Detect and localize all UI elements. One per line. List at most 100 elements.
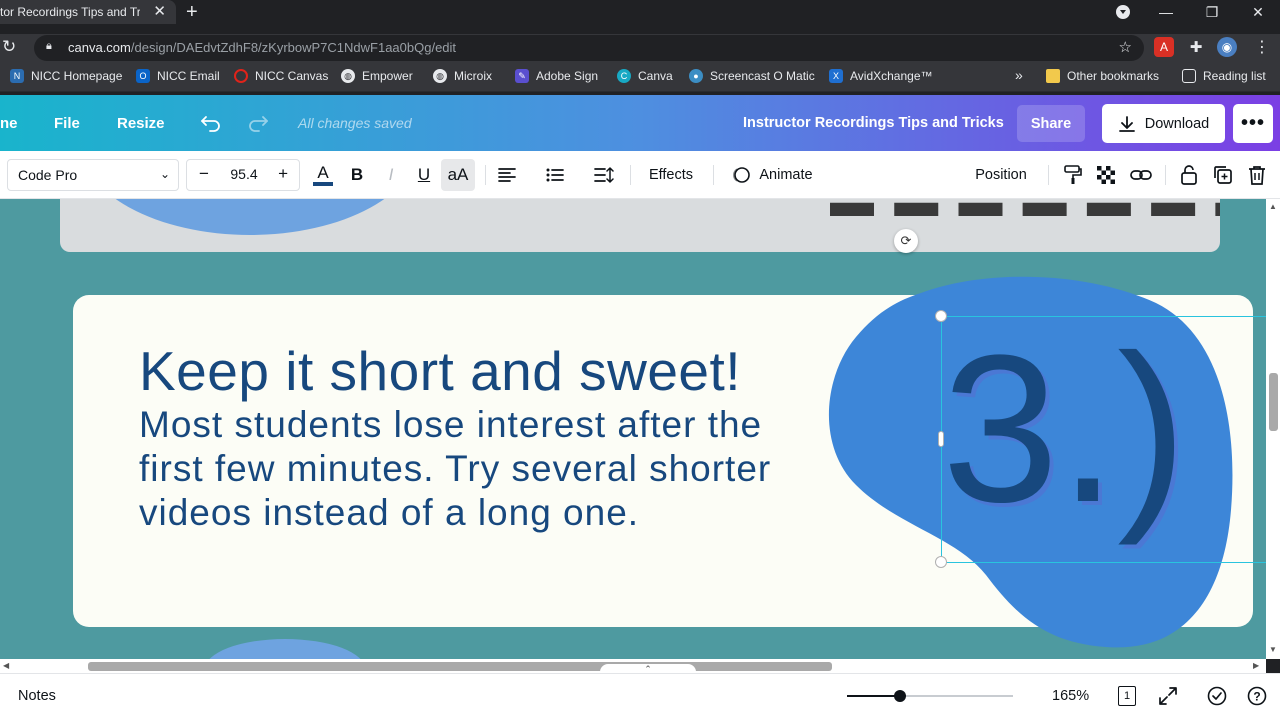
other-bookmarks-folder[interactable]: Other bookmarks — [1046, 69, 1159, 83]
toolbar-divider — [630, 165, 631, 185]
animate-icon — [733, 167, 751, 183]
bookmark-screencast-o-matic[interactable]: ● Screencast O Matic — [689, 69, 815, 83]
scroll-down-icon[interactable]: ▼ — [1269, 645, 1277, 654]
card-heading[interactable]: Keep it short and sweet! — [139, 339, 741, 403]
letter-case-button[interactable]: aA — [441, 159, 475, 191]
align-left-icon[interactable] — [494, 159, 520, 191]
bookmark-nicc-email[interactable]: O NICC Email — [136, 69, 220, 83]
close-window-icon[interactable]: ✕ — [1243, 0, 1273, 24]
editor-footer: Notes 165% 1 ? — [0, 673, 1280, 720]
chrome-menu-icon[interactable]: ⋮ — [1252, 37, 1272, 57]
rotate-icon[interactable]: ⟳ — [894, 229, 918, 253]
extensions-puzzle-icon[interactable]: ✚ — [1186, 37, 1206, 57]
duplicate-icon[interactable] — [1212, 159, 1234, 191]
nicc-icon: N — [10, 69, 24, 83]
restore-icon[interactable]: ❐ — [1197, 0, 1227, 24]
bookmark-avidxchange[interactable]: X AvidXchange™ — [829, 69, 933, 83]
resize-handle-bottom-left[interactable] — [935, 556, 947, 568]
chevron-down-icon: ⌄ — [159, 167, 170, 181]
toolbar-divider — [1165, 165, 1166, 185]
resize-handle-left[interactable] — [938, 431, 944, 447]
bookmark-star-icon[interactable]: ☆ — [1119, 38, 1132, 56]
italic-button[interactable]: I — [379, 159, 403, 191]
card-body-text[interactable]: Most students lose interest after the fi… — [139, 403, 799, 535]
effects-button[interactable]: Effects — [642, 159, 700, 191]
underline-button[interactable]: U — [412, 159, 436, 191]
bookmark-label: NICC Homepage — [31, 69, 123, 83]
font-family-dropdown[interactable]: Code Pro ⌄ — [7, 159, 179, 191]
text-color-swatch — [313, 182, 333, 186]
bookmark-canva[interactable]: C Canva — [617, 69, 673, 83]
bookmark-empower[interactable]: ◍ Empower — [341, 69, 413, 83]
file-menu-button[interactable]: File — [54, 95, 80, 151]
scroll-right-icon[interactable]: ▶ — [1253, 661, 1259, 670]
resize-button[interactable]: Resize — [117, 95, 165, 151]
vertical-scroll-thumb[interactable] — [1269, 373, 1278, 431]
close-tab-icon[interactable]: ✕ — [153, 2, 166, 20]
spacing-icon[interactable] — [591, 159, 617, 191]
bullet-list-icon[interactable] — [542, 159, 568, 191]
profile-menu-icon[interactable] — [1108, 0, 1138, 24]
lock-icon[interactable]: 🔒︎ — [46, 40, 52, 53]
step-number-text[interactable]: 3.) — [942, 309, 1187, 549]
undo-icon[interactable] — [200, 95, 222, 151]
notes-button[interactable]: Notes — [18, 688, 56, 704]
horizontal-scroll-thumb[interactable] — [88, 662, 832, 671]
animate-button[interactable]: Animate — [726, 159, 818, 191]
bookmark-microix[interactable]: ◍ Microix — [433, 69, 492, 83]
share-button[interactable]: Share — [1017, 105, 1085, 142]
paint-roller-icon[interactable] — [1062, 159, 1084, 191]
canvas-lms-icon — [234, 69, 248, 83]
bookmark-label: Microix — [454, 69, 492, 83]
previous-page-text-fragment: ▬ ▬ ▬ ▬ ▬ ▬ ▬ ▬ — [830, 199, 1220, 226]
bookmark-adobe-sign[interactable]: ✎ Adobe Sign — [515, 69, 598, 83]
scroll-left-icon[interactable]: ◀ — [3, 661, 9, 670]
profile-avatar-icon[interactable]: ◉ — [1217, 37, 1237, 57]
design-title[interactable]: Instructor Recordings Tips and Tricks — [743, 95, 1004, 151]
scroll-up-icon[interactable]: ▲ — [1269, 202, 1277, 211]
download-label: Download — [1144, 115, 1210, 132]
redo-icon[interactable] — [247, 95, 269, 151]
previous-page-card[interactable]: ▬ ▬ ▬ ▬ ▬ ▬ ▬ ▬ — [60, 199, 1220, 252]
position-button[interactable]: Position — [968, 159, 1034, 191]
address-bar-row: ↻ 🔒︎ canva.com/design/DAEdvtZdhF8/zKyrbo… — [0, 34, 1280, 62]
bookmarks-bar: N NICC Homepage O NICC Email NICC Canvas… — [0, 62, 1280, 92]
resize-handle-top-left[interactable] — [935, 310, 947, 322]
pdf-extension-icon[interactable]: A — [1154, 37, 1174, 57]
text-color-button[interactable]: A — [310, 159, 336, 191]
zoom-level[interactable]: 165% — [1052, 688, 1089, 704]
trash-icon[interactable] — [1246, 159, 1268, 191]
link-icon[interactable] — [1129, 159, 1153, 191]
url-input[interactable]: 🔒︎ canva.com/design/DAEdvtZdhF8/zKyrbowP… — [34, 35, 1144, 61]
zoom-slider-handle[interactable] — [894, 690, 907, 702]
check-icon[interactable] — [1206, 685, 1228, 707]
text-color-icon: A — [317, 163, 329, 182]
bookmark-nicc-canvas[interactable]: NICC Canvas — [234, 69, 328, 83]
new-tab-icon[interactable]: + — [186, 1, 198, 24]
reading-list-button[interactable]: Reading list — [1182, 69, 1266, 83]
fullscreen-icon[interactable] — [1157, 685, 1179, 707]
help-icon[interactable]: ? — [1246, 685, 1268, 707]
folder-icon — [1046, 69, 1060, 83]
page-count-icon[interactable]: 1 — [1118, 686, 1136, 706]
download-button[interactable]: Download — [1102, 104, 1225, 143]
canvas-workspace[interactable]: ▬ ▬ ▬ ▬ ▬ ▬ ▬ ▬ Keep it short and sweet!… — [0, 199, 1266, 659]
save-status: All changes saved — [298, 115, 412, 131]
lock-element-icon[interactable] — [1178, 159, 1200, 191]
font-size-input[interactable]: 95.4 — [220, 166, 268, 182]
transparency-icon[interactable] — [1095, 159, 1117, 191]
bold-button[interactable]: B — [345, 159, 369, 191]
reload-icon[interactable]: ↻ — [2, 37, 16, 57]
toolbar-divider — [485, 165, 486, 185]
minimize-icon[interactable]: — — [1151, 0, 1181, 24]
bookmarks-overflow-button[interactable]: » — [1015, 67, 1023, 83]
decrease-size-button[interactable]: − — [199, 164, 209, 184]
more-options-icon[interactable]: ••• — [1233, 104, 1273, 143]
bookmark-nicc-homepage[interactable]: N NICC Homepage — [10, 69, 122, 83]
browser-tab[interactable]: ctor Recordings Tips and Tr ✕ — [0, 0, 176, 24]
zoom-slider[interactable] — [847, 690, 1013, 702]
vertical-scrollbar[interactable]: ▲ ▼ — [1266, 199, 1280, 659]
home-button[interactable]: ne — [0, 95, 18, 151]
increase-size-button[interactable]: + — [278, 164, 288, 184]
selection-border-bottom — [941, 562, 1266, 563]
